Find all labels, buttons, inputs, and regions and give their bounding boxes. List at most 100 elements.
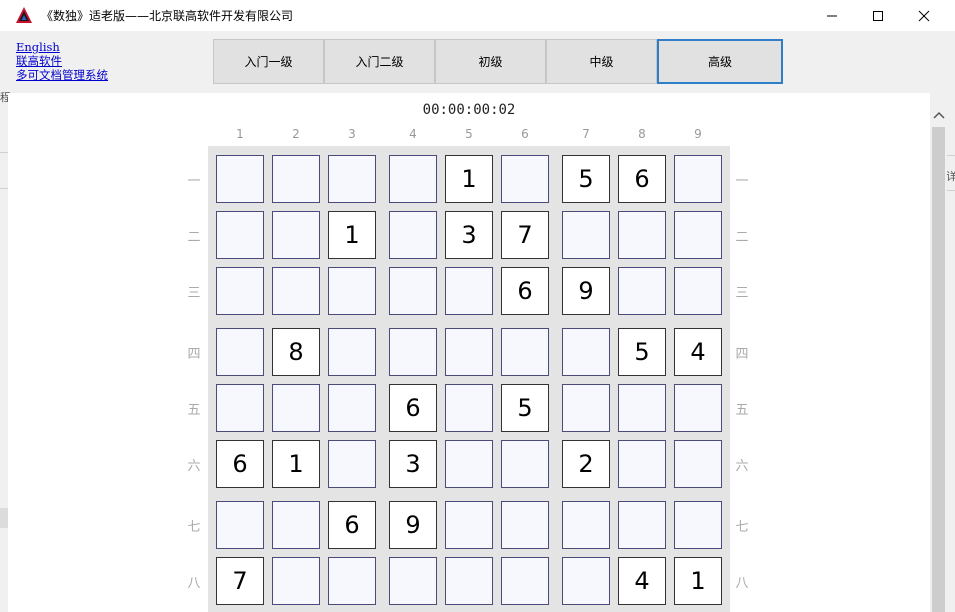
sudoku-cell-empty[interactable] <box>445 440 493 488</box>
background-divider <box>947 190 955 191</box>
sudoku-cell-empty[interactable] <box>562 557 610 605</box>
level-button[interactable]: 入门一级 <box>213 39 324 84</box>
maximize-button[interactable] <box>855 0 901 31</box>
sudoku-cell-empty[interactable] <box>272 501 320 549</box>
row-label: 四 <box>735 347 749 362</box>
sudoku-cell-empty[interactable] <box>445 384 493 432</box>
sudoku-cell-empty[interactable] <box>445 557 493 605</box>
column-number: 6 <box>521 127 529 141</box>
sudoku-cell-given: 2 <box>562 440 610 488</box>
sudoku-cell-given: 6 <box>618 155 666 203</box>
column-number: 4 <box>409 127 417 141</box>
doc-system-link[interactable]: 多可文档管理系统 <box>16 68 108 82</box>
sudoku-cell-empty[interactable] <box>328 384 376 432</box>
sudoku-cell-empty[interactable] <box>562 328 610 376</box>
title-bar: 《数独》适老版——北京联高软件开发有限公司 <box>0 0 955 31</box>
level-button[interactable]: 高级 <box>657 39 783 84</box>
sudoku-cell-given: 3 <box>445 211 493 259</box>
sudoku-cell-empty[interactable] <box>674 501 722 549</box>
sudoku-cell-given: 1 <box>328 211 376 259</box>
sudoku-cell-empty[interactable] <box>272 384 320 432</box>
sudoku-cell-given: 1 <box>272 440 320 488</box>
column-number: 5 <box>465 127 473 141</box>
sudoku-cell-given: 5 <box>501 384 549 432</box>
sudoku-cell-given: 4 <box>618 557 666 605</box>
close-button[interactable] <box>901 0 947 31</box>
sudoku-cell-empty[interactable] <box>272 155 320 203</box>
background-divider <box>0 152 8 153</box>
sudoku-cell-empty[interactable] <box>445 267 493 315</box>
row-label: 三 <box>187 286 201 301</box>
row-label: 七 <box>735 520 749 535</box>
sudoku-cell-empty[interactable] <box>562 211 610 259</box>
row-label: 三 <box>735 286 749 301</box>
sudoku-cell-empty[interactable] <box>216 328 264 376</box>
level-button[interactable]: 初级 <box>435 39 546 84</box>
sudoku-cell-empty[interactable] <box>618 267 666 315</box>
sudoku-cell-empty[interactable] <box>501 155 549 203</box>
sudoku-cell-empty[interactable] <box>216 267 264 315</box>
sudoku-cell-empty[interactable] <box>674 440 722 488</box>
sudoku-cell-given: 1 <box>445 155 493 203</box>
sudoku-cell-empty[interactable] <box>272 267 320 315</box>
sudoku-cell-empty[interactable] <box>501 440 549 488</box>
sudoku-cell-given: 5 <box>618 328 666 376</box>
sudoku-cell-empty[interactable] <box>618 211 666 259</box>
row-label: 六 <box>187 459 201 474</box>
sudoku-cell-empty[interactable] <box>389 267 437 315</box>
sudoku-cell-empty[interactable] <box>389 155 437 203</box>
scrollbar-thumb[interactable] <box>932 127 945 612</box>
sudoku-cell-empty[interactable] <box>389 557 437 605</box>
sudoku-cell-empty[interactable] <box>328 440 376 488</box>
company-link[interactable]: 联高软件 <box>16 54 62 68</box>
sudoku-cell-empty[interactable] <box>674 384 722 432</box>
column-number: 7 <box>582 127 590 141</box>
level-button[interactable]: 入门二级 <box>324 39 435 84</box>
sudoku-cell-given: 1 <box>674 557 722 605</box>
sudoku-cell-empty[interactable] <box>445 501 493 549</box>
sudoku-cell-empty[interactable] <box>216 501 264 549</box>
sudoku-cell-empty[interactable] <box>389 211 437 259</box>
minimize-button[interactable] <box>809 0 855 31</box>
sudoku-cell-given: 7 <box>216 557 264 605</box>
sudoku-cell-empty[interactable] <box>618 501 666 549</box>
row-label: 八 <box>187 576 201 591</box>
sudoku-cell-empty[interactable] <box>328 557 376 605</box>
sudoku-cell-empty[interactable] <box>216 155 264 203</box>
row-label: 五 <box>735 403 749 418</box>
sudoku-cell-empty[interactable] <box>562 384 610 432</box>
sudoku-cell-empty[interactable] <box>328 155 376 203</box>
english-link[interactable]: English <box>16 40 60 54</box>
sudoku-cell-empty[interactable] <box>562 501 610 549</box>
sudoku-cell-empty[interactable] <box>272 557 320 605</box>
sudoku-cell-empty[interactable] <box>445 328 493 376</box>
level-button[interactable]: 中级 <box>546 39 657 84</box>
sudoku-cell-given: 9 <box>389 501 437 549</box>
sudoku-cell-empty[interactable] <box>328 267 376 315</box>
sudoku-cell-empty[interactable] <box>216 211 264 259</box>
sudoku-cell-empty[interactable] <box>618 440 666 488</box>
sudoku-cell-empty[interactable] <box>674 155 722 203</box>
column-number: 2 <box>292 127 300 141</box>
sudoku-cell-empty[interactable] <box>501 328 549 376</box>
sudoku-cell-empty[interactable] <box>674 211 722 259</box>
sudoku-cell-empty[interactable] <box>272 211 320 259</box>
sudoku-cell-given: 8 <box>272 328 320 376</box>
sudoku-cell-empty[interactable] <box>674 267 722 315</box>
column-number: 8 <box>638 127 646 141</box>
sudoku-cell-empty[interactable] <box>501 501 549 549</box>
sudoku-cell-empty[interactable] <box>501 557 549 605</box>
sudoku-cell-empty[interactable] <box>216 384 264 432</box>
sudoku-cell-given: 6 <box>328 501 376 549</box>
background-divider <box>947 155 955 156</box>
scroll-up-button[interactable] <box>932 108 945 122</box>
sudoku-cell-given: 3 <box>389 440 437 488</box>
sudoku-cell-empty[interactable] <box>328 328 376 376</box>
sudoku-cell-empty[interactable] <box>618 384 666 432</box>
maximize-icon <box>873 10 883 21</box>
column-number: 1 <box>236 127 244 141</box>
sudoku-cell-given: 9 <box>562 267 610 315</box>
sudoku-cell-given: 6 <box>501 267 549 315</box>
column-number: 9 <box>694 127 702 141</box>
sudoku-cell-empty[interactable] <box>389 328 437 376</box>
